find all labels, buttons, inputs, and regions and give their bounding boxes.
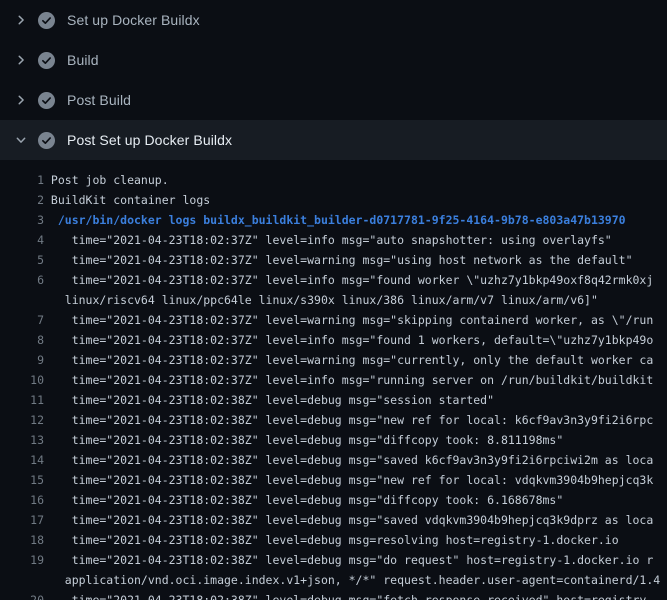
log-line-number[interactable]: 6 bbox=[0, 270, 44, 290]
log-line-text: time="2021-04-23T18:02:37Z" level=info m… bbox=[44, 230, 667, 250]
step-header-post-build[interactable]: Post Build bbox=[0, 80, 667, 120]
log-line-number[interactable]: 10 bbox=[0, 370, 44, 390]
log-line: application/vnd.oci.image.index.v1+json,… bbox=[0, 570, 667, 590]
log-line: 13 time="2021-04-23T18:02:38Z" level=deb… bbox=[0, 430, 667, 450]
log-line: 15 time="2021-04-23T18:02:38Z" level=deb… bbox=[0, 470, 667, 490]
log-line-number[interactable]: 5 bbox=[0, 250, 44, 270]
log-line-number[interactable]: 2 bbox=[0, 190, 44, 210]
chevron-right-icon bbox=[13, 52, 29, 68]
step-header-set-up-docker-buildx[interactable]: Set up Docker Buildx bbox=[0, 0, 667, 40]
steps-list: Set up Docker Buildx Build P bbox=[0, 0, 667, 160]
log-line: 11 time="2021-04-23T18:02:38Z" level=deb… bbox=[0, 390, 667, 410]
log-line: 9 time="2021-04-23T18:02:37Z" level=warn… bbox=[0, 350, 667, 370]
log-line: 8 time="2021-04-23T18:02:37Z" level=info… bbox=[0, 330, 667, 350]
log-line-text: time="2021-04-23T18:02:38Z" level=debug … bbox=[44, 490, 667, 510]
log-line-text: time="2021-04-23T18:02:38Z" level=debug … bbox=[44, 590, 667, 600]
log-line-number[interactable] bbox=[0, 290, 44, 310]
step-header-build[interactable]: Build bbox=[0, 40, 667, 80]
log-line: 5 time="2021-04-23T18:02:37Z" level=warn… bbox=[0, 250, 667, 270]
log-line-number[interactable]: 16 bbox=[0, 490, 44, 510]
log-line-number[interactable]: 1 bbox=[0, 170, 44, 190]
log-line-text: time="2021-04-23T18:02:37Z" level=warnin… bbox=[44, 250, 667, 270]
actions-log-viewer: Set up Docker Buildx Build P bbox=[0, 0, 667, 600]
command-line-text: /usr/bin/docker logs buildx_buildkit_bui… bbox=[44, 210, 667, 230]
log-line: 18 time="2021-04-23T18:02:38Z" level=deb… bbox=[0, 530, 667, 550]
log-line-number[interactable]: 14 bbox=[0, 450, 44, 470]
step-title: Post Build bbox=[67, 92, 131, 108]
log-line-number[interactable]: 8 bbox=[0, 330, 44, 350]
log-line: 14 time="2021-04-23T18:02:38Z" level=deb… bbox=[0, 450, 667, 470]
log-line: linux/riscv64 linux/ppc64le linux/s390x … bbox=[0, 290, 667, 310]
log-line: 17 time="2021-04-23T18:02:38Z" level=deb… bbox=[0, 510, 667, 530]
log-line-text: time="2021-04-23T18:02:37Z" level=info m… bbox=[44, 330, 667, 350]
check-circle-icon bbox=[38, 92, 55, 109]
log-line-number[interactable]: 3 bbox=[0, 210, 44, 230]
chevron-right-icon bbox=[13, 92, 29, 108]
log-line-text: time="2021-04-23T18:02:38Z" level=debug … bbox=[44, 470, 667, 490]
log-line-number[interactable]: 7 bbox=[0, 310, 44, 330]
log-line-text: time="2021-04-23T18:02:38Z" level=debug … bbox=[44, 510, 667, 530]
log-line-text: time="2021-04-23T18:02:38Z" level=debug … bbox=[44, 410, 667, 430]
log-line: 12 time="2021-04-23T18:02:38Z" level=deb… bbox=[0, 410, 667, 430]
log-line-text: time="2021-04-23T18:02:38Z" level=debug … bbox=[44, 530, 667, 550]
log-line-number[interactable]: 17 bbox=[0, 510, 44, 530]
log-line-number[interactable]: 19 bbox=[0, 550, 44, 570]
log-line-number[interactable]: 12 bbox=[0, 410, 44, 430]
log-line-text: time="2021-04-23T18:02:38Z" level=debug … bbox=[44, 430, 667, 450]
check-circle-icon bbox=[38, 52, 55, 69]
log-line-text: time="2021-04-23T18:02:38Z" level=debug … bbox=[44, 550, 667, 570]
log-line-text: time="2021-04-23T18:02:38Z" level=debug … bbox=[44, 450, 667, 470]
log-line-text: application/vnd.oci.image.index.v1+json,… bbox=[44, 570, 667, 590]
chevron-right-icon bbox=[13, 12, 29, 28]
log-line: 19 time="2021-04-23T18:02:38Z" level=deb… bbox=[0, 550, 667, 570]
log-line: 16 time="2021-04-23T18:02:38Z" level=deb… bbox=[0, 490, 667, 510]
log-line-number[interactable]: 18 bbox=[0, 530, 44, 550]
check-circle-icon bbox=[38, 132, 55, 149]
step-header-post-set-up-docker-buildx[interactable]: Post Set up Docker Buildx bbox=[0, 120, 667, 160]
chevron-down-icon bbox=[13, 132, 29, 148]
log-line-number[interactable]: 4 bbox=[0, 230, 44, 250]
log-line-text: Post job cleanup. bbox=[44, 170, 667, 190]
step-title: Build bbox=[67, 52, 99, 68]
step-title: Set up Docker Buildx bbox=[67, 12, 200, 28]
log-line-number[interactable]: 9 bbox=[0, 350, 44, 370]
check-circle-icon bbox=[38, 12, 55, 29]
log-line: 20 time="2021-04-23T18:02:38Z" level=deb… bbox=[0, 590, 667, 600]
log-line-text: time="2021-04-23T18:02:37Z" level=warnin… bbox=[44, 350, 667, 370]
log-line-number[interactable]: 13 bbox=[0, 430, 44, 450]
log-area: 1 Post job cleanup. 2 BuildKit container… bbox=[0, 160, 667, 600]
log-line-text: time="2021-04-23T18:02:37Z" level=warnin… bbox=[44, 310, 667, 330]
log-line: 2 BuildKit container logs▼ bbox=[0, 190, 667, 210]
log-line-text: time="2021-04-23T18:02:38Z" level=debug … bbox=[44, 390, 667, 410]
log-line-text: time="2021-04-23T18:02:37Z" level=info m… bbox=[44, 370, 667, 390]
log-line-text: time="2021-04-23T18:02:37Z" level=info m… bbox=[44, 270, 667, 290]
log-line-number[interactable]: 15 bbox=[0, 470, 44, 490]
log-group-toggle[interactable]: BuildKit container logs▼ bbox=[44, 190, 667, 210]
log-line-text: linux/riscv64 linux/ppc64le linux/s390x … bbox=[44, 290, 667, 310]
log-line: 6 time="2021-04-23T18:02:37Z" level=info… bbox=[0, 270, 667, 290]
step-title: Post Set up Docker Buildx bbox=[67, 132, 232, 148]
log-line: 7 time="2021-04-23T18:02:37Z" level=warn… bbox=[0, 310, 667, 330]
log-line: 1 Post job cleanup. bbox=[0, 170, 667, 190]
log-line: 4 time="2021-04-23T18:02:37Z" level=info… bbox=[0, 230, 667, 250]
log-line-number[interactable] bbox=[0, 570, 44, 590]
log-line: 10 time="2021-04-23T18:02:37Z" level=inf… bbox=[0, 370, 667, 390]
log-line-number[interactable]: 20 bbox=[0, 590, 44, 600]
log-line-number[interactable]: 11 bbox=[0, 390, 44, 410]
log-line: 3 /usr/bin/docker logs buildx_buildkit_b… bbox=[0, 210, 667, 230]
